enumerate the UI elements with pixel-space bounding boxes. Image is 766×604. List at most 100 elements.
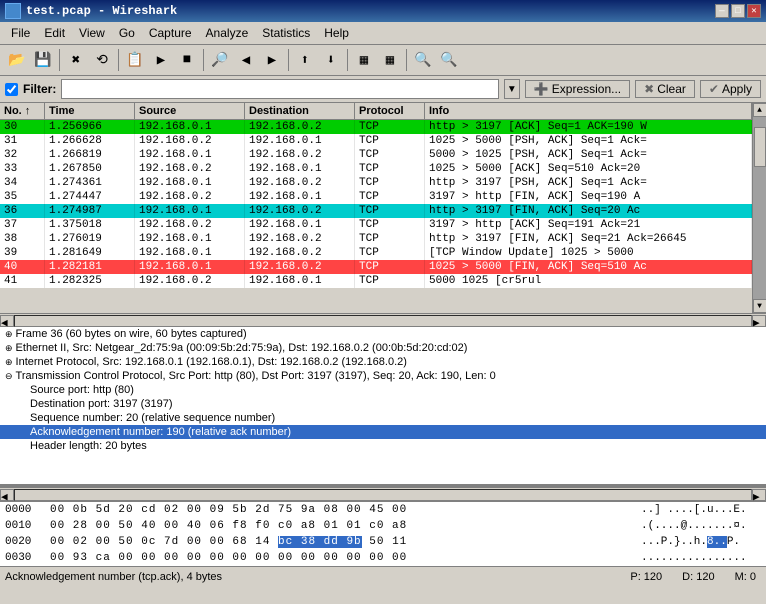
scroll-track[interactable] bbox=[753, 117, 766, 299]
toolbar-sep bbox=[203, 49, 204, 71]
filter-bar: Filter: ▼ ➕ Expression... ✖ Clear ✔ Appl… bbox=[0, 76, 766, 103]
menu-analyze[interactable]: Analyze bbox=[200, 24, 255, 42]
menu-bar: FileEditViewGoCaptureAnalyzeStatisticsHe… bbox=[0, 22, 766, 45]
menu-go[interactable]: Go bbox=[113, 24, 141, 42]
hscroll-right[interactable]: ▶ bbox=[752, 315, 766, 327]
packet-row[interactable]: 341.274361192.168.0.1192.168.0.2TCPhttp … bbox=[0, 176, 752, 190]
tcp-field[interactable]: Sequence number: 20 (relative sequence n… bbox=[0, 411, 766, 425]
scroll-thumb[interactable] bbox=[754, 127, 766, 167]
filter-dropdown[interactable]: ▼ bbox=[504, 79, 520, 99]
tcp-field[interactable]: Acknowledgement number: 190 (relative ac… bbox=[0, 425, 766, 439]
filter-checkbox[interactable] bbox=[5, 83, 18, 96]
packet-list-header: No. Time Source Destination Protocol Inf… bbox=[0, 103, 752, 120]
status-bar: Acknowledgement number (tcp.ack), 4 byte… bbox=[0, 566, 766, 586]
hscroll-track[interactable] bbox=[14, 315, 752, 327]
menu-edit[interactable]: Edit bbox=[38, 24, 71, 42]
go-first-btn[interactable]: ⬆ bbox=[293, 48, 317, 72]
packet-row[interactable]: 361.274987192.168.0.1192.168.0.2TCPhttp … bbox=[0, 204, 752, 218]
col-info[interactable]: Info bbox=[425, 103, 752, 119]
restart-btn[interactable]: ⟲ bbox=[90, 48, 114, 72]
details-hscroll-left[interactable]: ◀ bbox=[0, 489, 14, 501]
status-d: D: 120 bbox=[677, 571, 719, 583]
options-btn[interactable]: 📋 bbox=[123, 48, 147, 72]
close-capture-btn[interactable]: ✖ bbox=[64, 48, 88, 72]
auto-scroll-btn[interactable]: ▦ bbox=[378, 48, 402, 72]
packet-list-scrollbar[interactable]: ▲ ▼ bbox=[752, 103, 766, 313]
detail-ethernet[interactable]: ⊕ Ethernet II, Src: Netgear_2d:75:9a (00… bbox=[0, 341, 766, 355]
details-hscroll-right[interactable]: ▶ bbox=[752, 489, 766, 501]
next-btn[interactable]: ▶ bbox=[260, 48, 284, 72]
menu-capture[interactable]: Capture bbox=[143, 24, 198, 42]
toolbar-sep bbox=[118, 49, 119, 71]
find-btn[interactable]: 🔎 bbox=[208, 48, 232, 72]
menu-statistics[interactable]: Statistics bbox=[256, 24, 316, 42]
packet-row[interactable]: 381.276019192.168.0.1192.168.0.2TCPhttp … bbox=[0, 232, 752, 246]
packet-row[interactable]: 301.256966192.168.0.1192.168.0.2TCPhttp … bbox=[0, 120, 752, 134]
start-btn[interactable]: ▶ bbox=[149, 48, 173, 72]
packet-row[interactable]: 391.281649192.168.0.1192.168.0.2TCP[TCP … bbox=[0, 246, 752, 260]
ip-expand-icon[interactable]: ⊕ bbox=[5, 357, 13, 368]
toolbar-sep bbox=[59, 49, 60, 71]
eth-expand-icon[interactable]: ⊕ bbox=[5, 343, 13, 354]
close-button[interactable]: ✕ bbox=[747, 4, 761, 18]
hex-view: 000000 0b 5d 20 cd 02 00 09 5b 2d 75 9a … bbox=[0, 501, 766, 566]
packet-row[interactable]: 321.266819192.168.0.1192.168.0.2TCP5000 … bbox=[0, 148, 752, 162]
packet-row[interactable]: 411.282325192.168.0.2192.168.0.1TCP5000 … bbox=[0, 274, 752, 288]
tcp-field[interactable]: Header length: 20 bytes bbox=[0, 439, 766, 453]
frame-expand-icon[interactable]: ⊕ bbox=[5, 329, 13, 340]
menu-view[interactable]: View bbox=[73, 24, 111, 42]
packet-row[interactable]: 401.282181192.168.0.1192.168.0.2TCP1025 … bbox=[0, 260, 752, 274]
packet-list-container: No. Time Source Destination Protocol Inf… bbox=[0, 103, 766, 313]
status-m: M: 0 bbox=[730, 571, 761, 583]
tcp-expand-icon[interactable]: ⊖ bbox=[5, 371, 13, 382]
filter-input[interactable] bbox=[61, 79, 498, 99]
toolbar-sep bbox=[406, 49, 407, 71]
packet-list-scroll[interactable]: No. Time Source Destination Protocol Inf… bbox=[0, 103, 766, 313]
tcp-field[interactable]: Source port: http (80) bbox=[0, 383, 766, 397]
detail-frame[interactable]: ⊕ Frame 36 (60 bytes on wire, 60 bytes c… bbox=[0, 327, 766, 341]
packet-details: ⊕ Frame 36 (60 bytes on wire, 60 bytes c… bbox=[0, 327, 766, 487]
packet-row[interactable]: 351.274447192.168.0.2192.168.0.1TCP3197 … bbox=[0, 190, 752, 204]
maximize-button[interactable]: □ bbox=[731, 4, 745, 18]
scroll-up[interactable]: ▲ bbox=[753, 103, 766, 117]
detail-tcp[interactable]: ⊖ Transmission Control Protocol, Src Por… bbox=[0, 369, 766, 383]
stop-btn[interactable]: ■ bbox=[175, 48, 199, 72]
hex-row: 000000 0b 5d 20 cd 02 00 09 5b 2d 75 9a … bbox=[0, 502, 766, 518]
title-bar: test.pcap - Wireshark — □ ✕ bbox=[0, 0, 766, 22]
col-no[interactable]: No. bbox=[0, 103, 45, 119]
col-time[interactable]: Time bbox=[45, 103, 135, 119]
save-btn[interactable]: 💾 bbox=[31, 48, 55, 72]
zoom-in-btn[interactable]: 🔍 bbox=[411, 48, 435, 72]
zoom-out-btn[interactable]: 🔍 bbox=[437, 48, 461, 72]
minimize-button[interactable]: — bbox=[715, 4, 729, 18]
open-btn[interactable]: 📂 bbox=[5, 48, 29, 72]
hscroll-left[interactable]: ◀ bbox=[0, 315, 14, 327]
col-source[interactable]: Source bbox=[135, 103, 245, 119]
packet-row[interactable]: 311.266628192.168.0.2192.168.0.1TCP1025 … bbox=[0, 134, 752, 148]
hex-row: 001000 28 00 50 40 00 40 06 f8 f0 c0 a8 … bbox=[0, 518, 766, 534]
clear-button[interactable]: ✖ Clear bbox=[635, 80, 695, 98]
go-last-btn[interactable]: ⬇ bbox=[319, 48, 343, 72]
hex-row: 002000 02 00 50 0c 7d 00 00 68 14 bc 38 … bbox=[0, 534, 766, 550]
detail-ip[interactable]: ⊕ Internet Protocol, Src: 192.168.0.1 (1… bbox=[0, 355, 766, 369]
details-hscroll-track[interactable] bbox=[14, 489, 752, 501]
status-message: Acknowledgement number (tcp.ack), 4 byte… bbox=[5, 571, 615, 583]
toolbar-sep bbox=[347, 49, 348, 71]
menu-file[interactable]: File bbox=[5, 24, 36, 42]
app-icon bbox=[5, 3, 21, 19]
packet-row[interactable]: 331.267850192.168.0.2192.168.0.1TCP1025 … bbox=[0, 162, 752, 176]
apply-button[interactable]: ✔ Apply bbox=[700, 80, 761, 98]
tcp-field[interactable]: Destination port: 3197 (3197) bbox=[0, 397, 766, 411]
scroll-down[interactable]: ▼ bbox=[753, 299, 766, 313]
hex-row: 003000 93 ca 00 00 00 00 00 00 00 00 00 … bbox=[0, 550, 766, 566]
details-hscroll[interactable]: ◀ ▶ bbox=[0, 487, 766, 501]
menu-help[interactable]: Help bbox=[318, 24, 355, 42]
packet-list-hscroll[interactable]: ◀ ▶ bbox=[0, 313, 766, 327]
packet-row[interactable]: 371.375018192.168.0.2192.168.0.1TCP3197 … bbox=[0, 218, 752, 232]
tcp-fields: Source port: http (80)Destination port: … bbox=[0, 383, 766, 453]
expression-button[interactable]: ➕ Expression... bbox=[525, 80, 630, 98]
colorize-btn[interactable]: ▦ bbox=[352, 48, 376, 72]
prev-btn[interactable]: ◀ bbox=[234, 48, 258, 72]
col-protocol[interactable]: Protocol bbox=[355, 103, 425, 119]
col-dest[interactable]: Destination bbox=[245, 103, 355, 119]
